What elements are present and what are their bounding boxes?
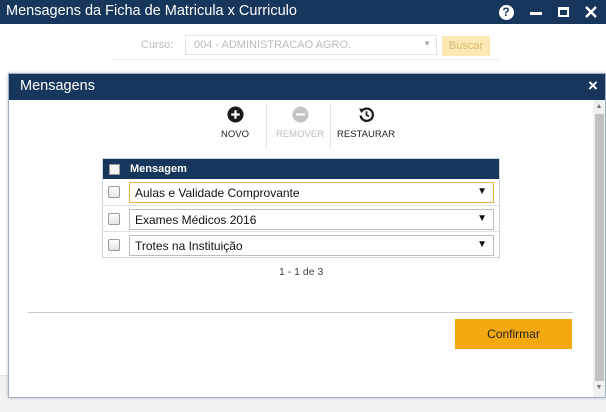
pagination-info: 1 - 1 de 3	[279, 266, 324, 278]
minus-circle-icon	[291, 106, 309, 123]
restore-icon	[358, 107, 374, 122]
window-title: Mensagens da Ficha de Matricula x Curric…	[6, 3, 297, 19]
scroll-down-icon[interactable]: ▼	[594, 383, 604, 393]
scrollbar-thumb[interactable]	[595, 114, 604, 381]
dropdown-arrow-icon: ▼	[477, 239, 487, 250]
mensagem-select[interactable]: Trotes na Instituição ▼	[129, 235, 494, 256]
table-row: Trotes na Instituição ▼	[103, 231, 499, 257]
table-header: Mensagem	[103, 159, 499, 179]
dropdown-arrow-icon: ▼	[477, 213, 487, 224]
toolbar-separator	[266, 104, 267, 148]
maximize-button[interactable]	[553, 2, 573, 22]
curso-select-value: 004 - ADMINISTRACAO AGRO.	[194, 39, 352, 51]
plus-circle-icon	[226, 106, 244, 123]
close-icon	[585, 6, 597, 18]
window-close-button[interactable]	[581, 2, 601, 22]
help-icon: ?	[498, 4, 514, 20]
dialog-header: Mensagens ×	[9, 74, 605, 100]
mensagem-select[interactable]: Exames Médicos 2016 ▼	[129, 209, 494, 230]
mensagens-table: Mensagem Aulas e Validade Comprovante ▼ …	[102, 158, 500, 258]
dialog-close-button[interactable]: ×	[588, 77, 598, 95]
footer-divider	[28, 312, 573, 313]
restaurar-button[interactable]: RESTAURAR	[337, 106, 395, 146]
restaurar-label: RESTAURAR	[337, 129, 395, 140]
novo-button[interactable]: NOVO	[215, 106, 255, 146]
background-divider	[110, 59, 500, 60]
row-checkbox[interactable]	[108, 213, 120, 225]
column-header-mensagem: Mensagem	[130, 163, 187, 175]
confirmar-button[interactable]: Confirmar	[455, 319, 572, 349]
buscar-button[interactable]: Buscar	[442, 36, 490, 56]
maximize-icon	[557, 7, 569, 17]
dialog-title: Mensagens	[20, 78, 95, 94]
table-row: Aulas e Validade Comprovante ▼	[103, 179, 499, 205]
minimize-button[interactable]	[526, 2, 546, 22]
mensagem-select-value: Trotes na Instituição	[135, 239, 243, 253]
chevron-down-icon: ▼	[423, 39, 431, 48]
scroll-up-icon[interactable]: ▲	[594, 102, 604, 112]
toolbar-separator	[330, 104, 331, 148]
help-button[interactable]: ?	[496, 2, 516, 22]
mensagem-select-value: Exames Médicos 2016	[135, 213, 257, 227]
minimize-icon	[530, 11, 542, 15]
remover-button[interactable]: REMOVER	[275, 106, 325, 146]
row-checkbox[interactable]	[108, 186, 120, 198]
window-titlebar: Mensagens da Ficha de Matricula x Curric…	[0, 0, 606, 24]
curso-label: Curso:	[141, 39, 174, 51]
novo-label: NOVO	[221, 129, 249, 140]
select-all-checkbox[interactable]	[109, 164, 120, 175]
mensagem-select[interactable]: Aulas e Validade Comprovante ▼	[129, 182, 494, 203]
curso-select[interactable]: 004 - ADMINISTRACAO AGRO. ▼	[185, 35, 437, 55]
mensagens-dialog: Mensagens × ▲ ▼ NOVO REMOVER RESTAURAR M…	[8, 73, 606, 398]
row-checkbox[interactable]	[108, 239, 120, 251]
mensagem-select-value: Aulas e Validade Comprovante	[135, 186, 300, 200]
dropdown-arrow-icon: ▼	[477, 186, 487, 197]
remover-label: REMOVER	[275, 129, 325, 140]
table-row: Exames Médicos 2016 ▼	[103, 205, 499, 231]
